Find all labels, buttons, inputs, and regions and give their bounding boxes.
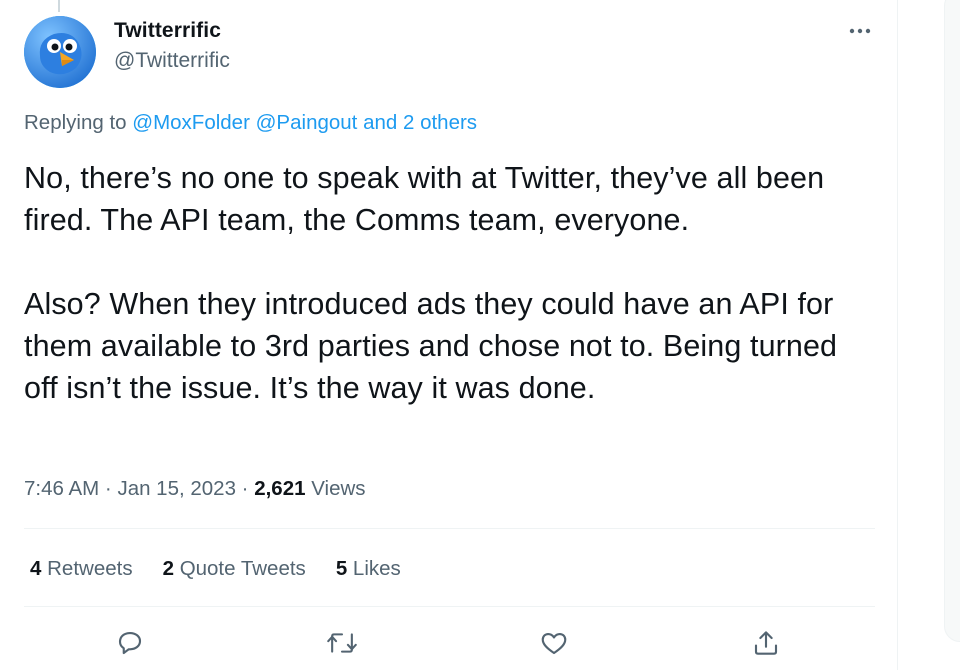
share-icon <box>754 631 778 655</box>
likes-count: 5 <box>335 557 348 580</box>
like-button[interactable] <box>534 623 574 663</box>
quote-tweets-stat[interactable]: 2 Quote Tweets <box>163 555 306 583</box>
like-icon <box>541 632 567 655</box>
views-label: Views <box>311 477 366 500</box>
retweet-icon <box>327 633 357 653</box>
tweet-paragraph: Also? When they introduced ads they coul… <box>24 287 838 405</box>
quotes-label: Quote Tweets <box>179 557 306 580</box>
replying-to-prefix: Replying to <box>24 111 133 134</box>
more-dots-icon <box>849 28 871 34</box>
likes-stat[interactable]: 5 Likes <box>336 555 401 583</box>
likes-label: Likes <box>352 557 401 580</box>
views-count: 2,621 <box>254 477 306 500</box>
retweets-count: 4 <box>30 557 42 580</box>
thread-connector-line <box>58 0 60 12</box>
replying-to-line: Replying to @MoxFolder @Paingout and 2 o… <box>24 109 477 137</box>
divider <box>24 606 875 607</box>
replying-connector[interactable]: and <box>357 111 403 134</box>
more-options-button[interactable] <box>842 18 878 44</box>
tweet-column: Twitterrific @Twitterrific Replying to @… <box>0 0 898 670</box>
tweet-time[interactable]: 7:46 AM <box>24 477 99 500</box>
retweet-button[interactable] <box>322 623 362 663</box>
mention-link[interactable]: @Paingout <box>256 111 358 134</box>
retweets-stat[interactable]: 4 Retweets <box>30 555 133 583</box>
engagement-stats: 4 Retweets 2 Quote Tweets 5 Likes <box>30 555 401 583</box>
avatar[interactable] <box>24 16 96 88</box>
tweet-text: No, there’s no one to speak with at Twit… <box>24 157 874 409</box>
meta-separator: · <box>235 477 255 500</box>
author-display-name[interactable]: Twitterrific <box>114 17 221 45</box>
reply-button[interactable] <box>110 623 150 663</box>
mention-link[interactable]: @MoxFolder <box>132 111 250 134</box>
divider <box>24 528 875 529</box>
tweet-paragraph: No, there’s no one to speak with at Twit… <box>24 161 825 237</box>
author-handle[interactable]: @Twitterrific <box>114 47 230 75</box>
meta-separator: · <box>99 477 118 500</box>
others-link[interactable]: 2 others <box>403 111 477 134</box>
tweet-date[interactable]: Jan 15, 2023 <box>117 477 236 500</box>
retweets-label: Retweets <box>47 557 133 580</box>
tweet-meta: 7:46 AM · Jan 15, 2023 · 2,621 Views <box>24 475 366 503</box>
action-bar <box>24 615 875 670</box>
twitterrific-bird-icon <box>24 16 96 88</box>
reply-icon <box>118 631 142 655</box>
share-button[interactable] <box>746 623 786 663</box>
quotes-count: 2 <box>162 557 174 580</box>
right-sidebar-panel <box>944 0 960 642</box>
